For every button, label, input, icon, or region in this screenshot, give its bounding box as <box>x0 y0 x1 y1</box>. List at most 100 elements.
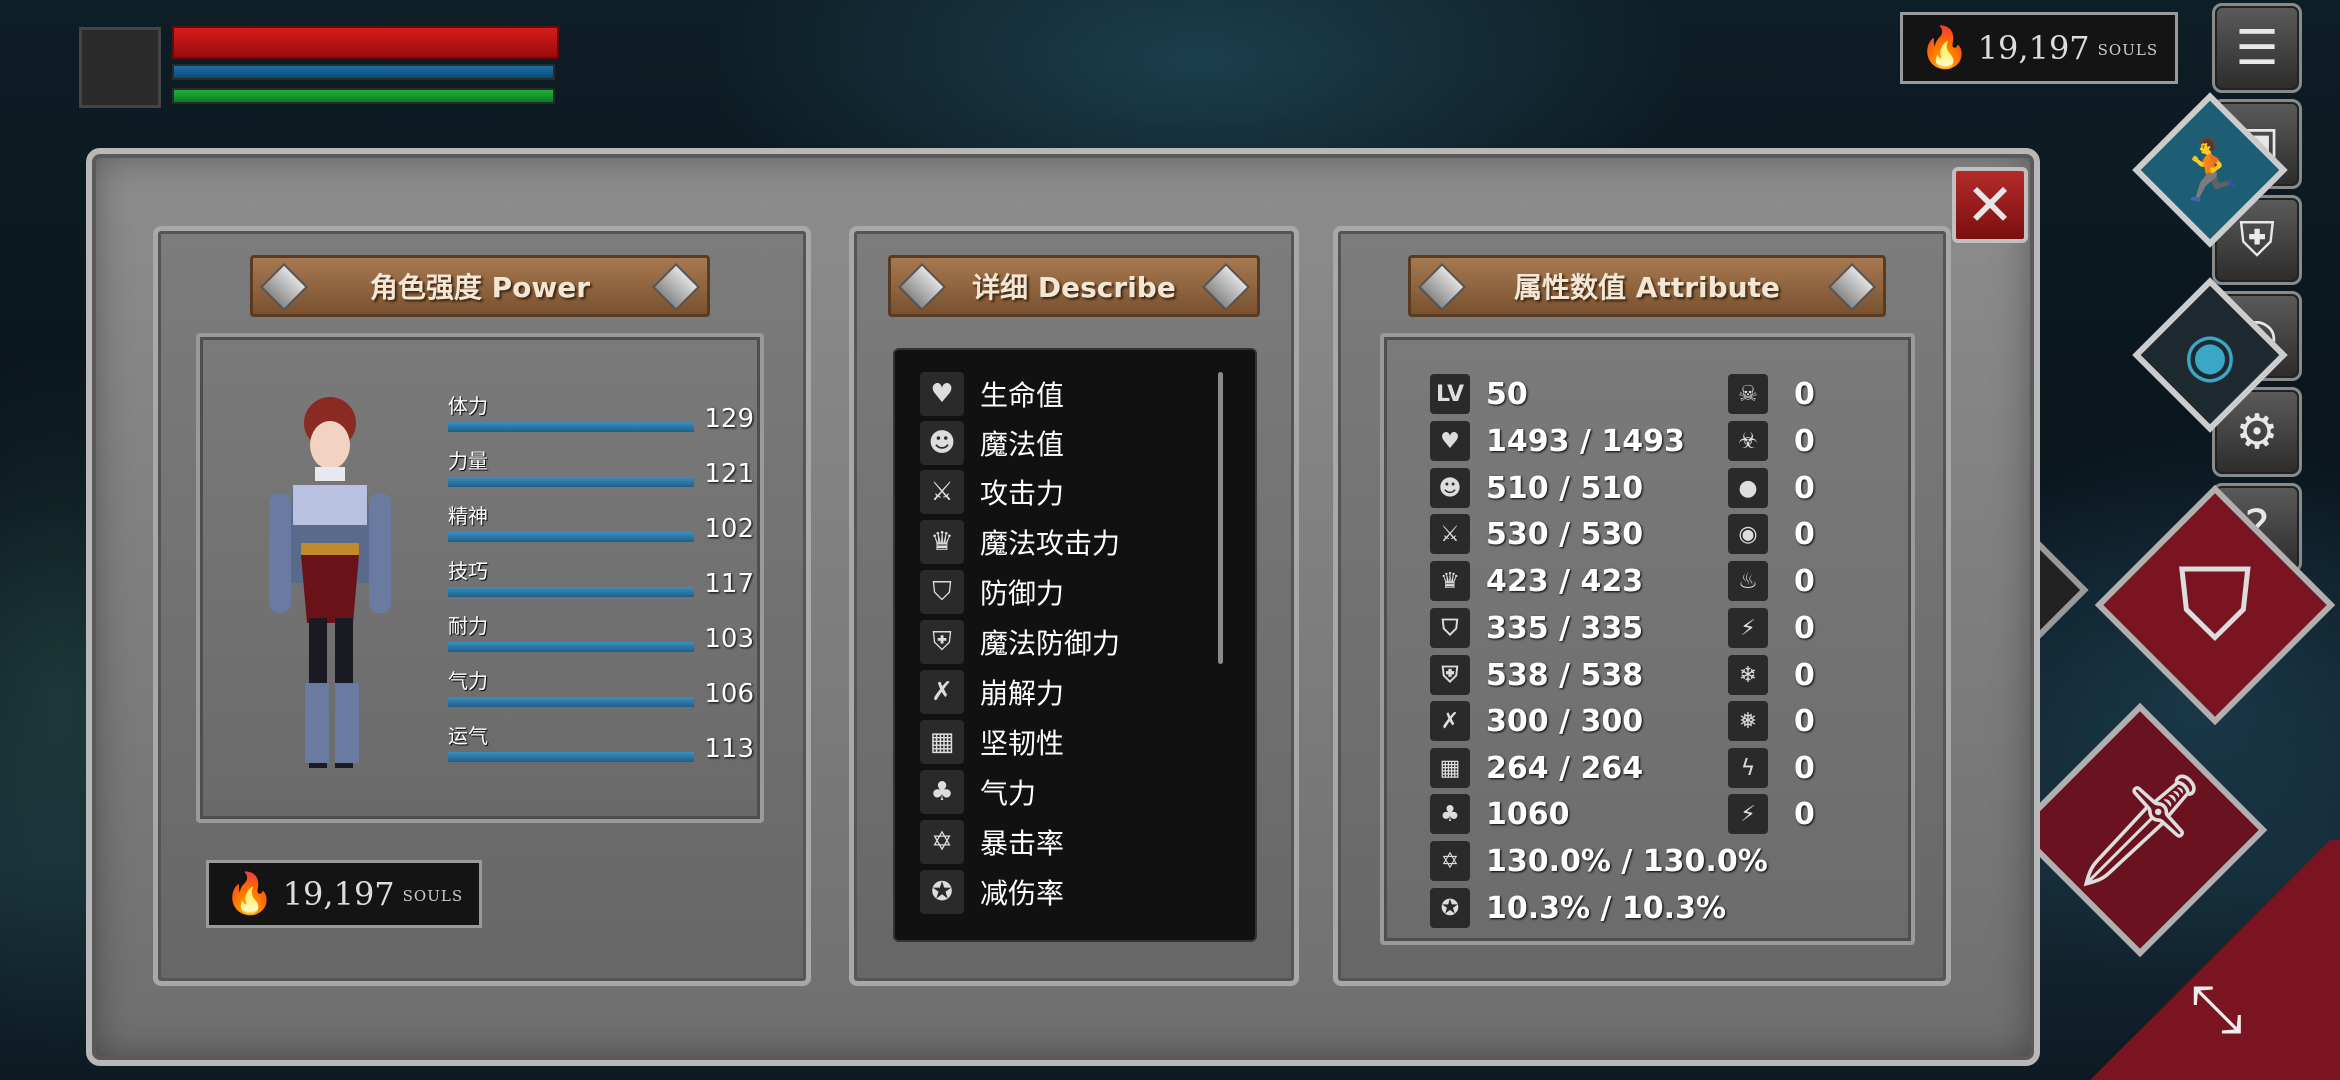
attribute-value: 335 / 335 <box>1486 610 1644 646</box>
resistance-row: ⚡ 0 <box>1728 606 1815 650</box>
attribute-value: 130.0% / 130.0% <box>1486 843 1768 879</box>
sword-icon: ⚔ <box>920 470 964 514</box>
attribute-row: ✪ 10.3% / 10.3% <box>1430 886 1726 930</box>
star-icon: ✡ <box>1430 841 1470 881</box>
stat-value: 106 <box>704 679 754 709</box>
stud-icon <box>651 262 701 312</box>
attribute-row: ✡ 130.0% / 130.0% <box>1430 839 1768 883</box>
resistance-row: ⚡ 0 <box>1728 792 1815 836</box>
shield-icon: ⛉ <box>920 570 964 614</box>
helmet-icon: ▦ <box>1430 748 1470 788</box>
stud-icon <box>1827 262 1877 312</box>
stat-label: 体力 <box>448 394 488 418</box>
attribute-value: 300 / 300 <box>1486 703 1644 739</box>
menu-list-icon: ☰ <box>2235 20 2279 76</box>
power-stat-row: 技巧 117 <box>448 555 758 609</box>
shield-icon: ⛉ <box>1430 608 1470 648</box>
power-header: 角色强度 Power <box>250 255 710 317</box>
magic-shield-icon: ⛨ <box>1430 655 1470 695</box>
describe-list-item[interactable]: ♛ 魔法攻击力 <box>920 518 1120 566</box>
resistance-value: 0 <box>1794 376 1815 412</box>
attribute-row: ▦ 264 / 264 <box>1430 746 1643 790</box>
describe-list-item[interactable]: ⛉ 防御力 <box>920 568 1064 616</box>
crushing-icon: ✗ <box>1430 701 1470 741</box>
describe-item-label: 魔法攻击力 <box>980 527 1121 560</box>
describe-list-item[interactable]: ♣ 气力 <box>920 768 1036 816</box>
resistance-row: ◉ 0 <box>1728 512 1815 556</box>
head-icon: ☻ <box>1430 468 1470 508</box>
stamina-bar <box>172 88 555 104</box>
helmet-icon: ⛨ <box>2238 211 2275 268</box>
describe-list-item[interactable]: ✗ 崩解力 <box>920 668 1064 716</box>
lightning-resist-icon: ⚡ <box>1728 794 1768 834</box>
frost-resist-icon: ❅ <box>1728 701 1768 741</box>
fire-resist-icon: ⚡ <box>1728 608 1768 648</box>
describe-list-item[interactable]: ♥ 生命值 <box>920 370 1064 418</box>
souls-counter-top: 🔥 19,197 souls <box>1900 12 2178 84</box>
lungs-icon: ♣ <box>920 770 964 814</box>
power-stat-row: 耐力 103 <box>448 610 758 664</box>
drop-icon: ● <box>1728 468 1768 508</box>
stat-value: 103 <box>704 624 754 654</box>
resistance-value: 0 <box>1794 750 1815 786</box>
running-man-icon: 🏃 <box>2172 135 2248 206</box>
resistance-value: 0 <box>1794 470 1815 506</box>
stud-icon <box>259 262 309 312</box>
resistance-row: ❅ 0 <box>1728 699 1815 743</box>
magic-book-icon: ♛ <box>1430 561 1470 601</box>
stat-bar <box>448 752 694 762</box>
magic-shield-icon: ⛨ <box>920 620 964 664</box>
poison-skull-icon: ☣ <box>1728 421 1768 461</box>
souls-amount: 19,197 <box>1977 29 2090 67</box>
describe-scrollbar[interactable] <box>1218 372 1223 664</box>
resistance-row: ☣ 0 <box>1728 419 1815 463</box>
resistance-row: ϟ0 <box>1728 746 1815 790</box>
attribute-row: ♛ 423 / 423 <box>1430 559 1643 603</box>
describe-list-item[interactable]: ✪ 减伤率 <box>920 868 1064 916</box>
head-icon: ☻ <box>920 421 964 465</box>
stud-icon <box>897 262 947 312</box>
describe-item-label: 坚韧性 <box>980 727 1065 760</box>
power-stat-row: 力量 121 <box>448 445 758 499</box>
fullscreen-icon[interactable]: ⤡ <box>2190 970 2243 1049</box>
attribute-row: ⛨ 538 / 538 <box>1430 653 1643 697</box>
describe-item-label: 防御力 <box>980 577 1065 610</box>
close-button[interactable]: ✕ <box>1952 167 2028 243</box>
resistance-value: 0 <box>1794 563 1815 599</box>
attribute-value: 1060 <box>1486 796 1570 832</box>
skull-icon: ☠ <box>1728 374 1768 414</box>
stat-bar-fill <box>448 752 694 762</box>
describe-list-item[interactable]: ✡ 暴击率 <box>920 818 1064 866</box>
stat-bar <box>448 642 694 652</box>
describe-list-item[interactable]: ⚔ 攻击力 <box>920 468 1064 516</box>
eye-icon: ◉ <box>2183 320 2237 390</box>
stat-value: 117 <box>704 569 754 599</box>
describe-item-label: 生命值 <box>980 379 1065 412</box>
heart-icon: ♥ <box>920 372 964 416</box>
resistance-row: ♨ 0 <box>1728 559 1815 603</box>
describe-list-item[interactable]: ▦ 坚韧性 <box>920 718 1064 766</box>
stat-bar-fill <box>448 642 694 652</box>
stat-bar-fill <box>448 587 694 597</box>
describe-list-item[interactable]: ⛨ 魔法防御力 <box>920 618 1120 666</box>
stat-bar <box>448 477 694 487</box>
attribute-row: ♥ 1493 / 1493 <box>1430 419 1685 463</box>
resistance-value: 0 <box>1794 703 1815 739</box>
attribute-value: 423 / 423 <box>1486 563 1644 599</box>
character-portrait[interactable] <box>79 27 161 108</box>
stat-label: 技巧 <box>448 559 488 583</box>
character-model <box>269 397 391 768</box>
power-stat-row: 体力 129 <box>448 390 758 444</box>
describe-list-item[interactable]: ☻ 魔法值 <box>920 419 1064 467</box>
stat-bar-fill <box>448 477 694 487</box>
menu-button[interactable]: ☰ <box>2212 3 2302 93</box>
attribute-title: 属性数值 Attribute <box>1514 271 1780 304</box>
resistance-row: ● 0 <box>1728 466 1815 510</box>
describe-item-label: 崩解力 <box>980 677 1065 710</box>
attribute-value: 50 <box>1486 376 1528 412</box>
attribute-value: 1493 / 1493 <box>1486 423 1685 459</box>
power-stat-row: 运气 113 <box>448 720 758 774</box>
stat-label: 精神 <box>448 504 488 528</box>
soul-flame-icon: 🔥 <box>224 871 275 917</box>
resistance-row: ☠ 0 <box>1728 372 1815 416</box>
